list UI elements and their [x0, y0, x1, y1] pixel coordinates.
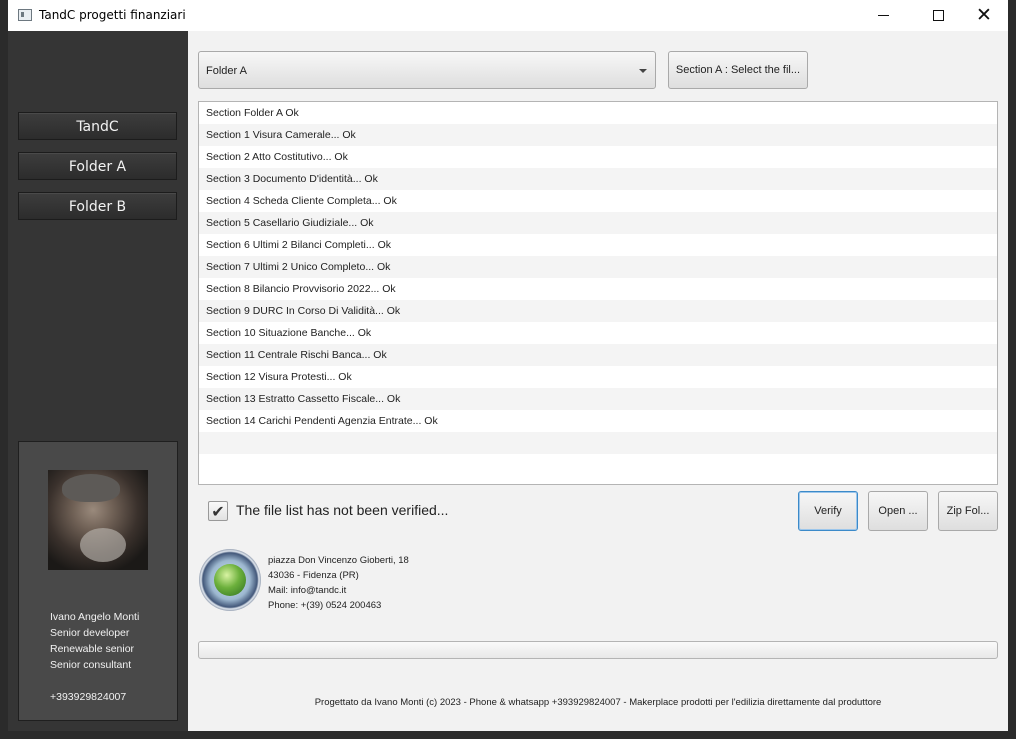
zip-folder-button[interactable]: Zip Fol...: [938, 491, 998, 531]
sidebar: TandC Folder A Folder B Ivano Angelo Mon…: [8, 31, 188, 731]
app-icon: [18, 9, 32, 21]
maximize-icon: [932, 10, 944, 21]
open-button[interactable]: Open ...: [868, 491, 928, 531]
list-item[interactable]: Section 2 Atto Costitutivo... Ok: [199, 146, 997, 168]
folder-select-value: Folder A: [206, 65, 247, 77]
list-item[interactable]: Section 13 Estratto Cassetto Fiscale... …: [199, 388, 997, 410]
app-window: TandC progetti finanziari ✕ TandC Folder…: [8, 0, 1008, 731]
dropdown-arrow-icon: [639, 69, 647, 73]
list-item[interactable]: Section 5 Casellario Giudiziale... Ok: [199, 212, 997, 234]
address-line: piazza Don Vincenzo Gioberti, 18: [268, 555, 409, 566]
profile-name: Ivano Angelo Monti: [50, 611, 140, 623]
profile-card: Ivano Angelo Monti Senior developer Rene…: [18, 441, 178, 721]
list-item[interactable]: Section Folder A Ok: [199, 102, 997, 124]
list-item[interactable]: Section 6 Ultimi 2 Bilanci Completi... O…: [199, 234, 997, 256]
address-line: 43036 - Fidenza (PR): [268, 570, 359, 581]
list-item[interactable]: Section 8 Bilancio Provvisorio 2022... O…: [199, 278, 997, 300]
verified-checkbox[interactable]: ✔: [208, 501, 228, 521]
avatar: [48, 470, 148, 570]
minimize-icon: [877, 15, 889, 16]
nav-button-folder-a[interactable]: Folder A: [18, 152, 177, 180]
profile-phone: +393929824007: [50, 691, 127, 703]
address-email: Mail: info@tandc.it: [268, 585, 347, 596]
list-item[interactable]: Section 7 Ultimi 2 Unico Completo... Ok: [199, 256, 997, 278]
folder-select[interactable]: Folder A: [198, 51, 656, 89]
verified-checkbox-label: The file list has not been verified...: [236, 502, 449, 518]
main-content: Folder A Section A : Select the fil... S…: [188, 31, 1008, 731]
list-item[interactable]: [199, 454, 997, 476]
list-item[interactable]: Section 1 Visura Camerale... Ok: [199, 124, 997, 146]
list-item[interactable]: Section 4 Scheda Cliente Completa... Ok: [199, 190, 997, 212]
company-address: piazza Don Vincenzo Gioberti, 18 43036 -…: [268, 553, 409, 613]
list-item[interactable]: Section 11 Centrale Rischi Banca... Ok: [199, 344, 997, 366]
close-button[interactable]: ✕: [961, 0, 1007, 31]
profile-role: Senior consultant: [50, 659, 132, 671]
profile-info: Ivano Angelo Monti Senior developer Rene…: [50, 609, 139, 705]
globe-logo-icon: [199, 549, 261, 611]
select-section-button[interactable]: Section A : Select the fil...: [668, 51, 808, 89]
file-list[interactable]: Section Folder A Ok Section 1 Visura Came…: [198, 101, 998, 485]
title-bar: TandC progetti finanziari ✕: [8, 0, 1008, 31]
list-item[interactable]: Section 3 Documento D'identità... Ok: [199, 168, 997, 190]
progress-bar: [198, 641, 998, 659]
window-title: TandC progetti finanziari: [39, 8, 186, 22]
profile-role: Renewable senior: [50, 643, 135, 655]
footer-text: Progettato da Ivano Monti (c) 2023 - Pho…: [314, 697, 882, 708]
list-item[interactable]: Section 9 DURC In Corso Di Validità... O…: [199, 300, 997, 322]
address-phone: Phone: +(39) 0524 200463: [268, 600, 382, 611]
maximize-button[interactable]: [915, 0, 961, 31]
verify-button[interactable]: Verify: [798, 491, 858, 531]
minimize-button[interactable]: [860, 0, 906, 31]
close-icon: ✕: [976, 4, 992, 26]
nav-button-folder-b[interactable]: Folder B: [18, 192, 177, 220]
nav-button-tandc[interactable]: TandC: [18, 112, 177, 140]
list-item[interactable]: Section 14 Carichi Pendenti Agenzia Entr…: [199, 410, 997, 432]
list-item[interactable]: Section 10 Situazione Banche... Ok: [199, 322, 997, 344]
profile-role: Senior developer: [50, 627, 130, 639]
check-icon: ✔: [211, 502, 225, 521]
list-item[interactable]: Section 12 Visura Protesti... Ok: [199, 366, 997, 388]
list-item[interactable]: [199, 432, 997, 454]
